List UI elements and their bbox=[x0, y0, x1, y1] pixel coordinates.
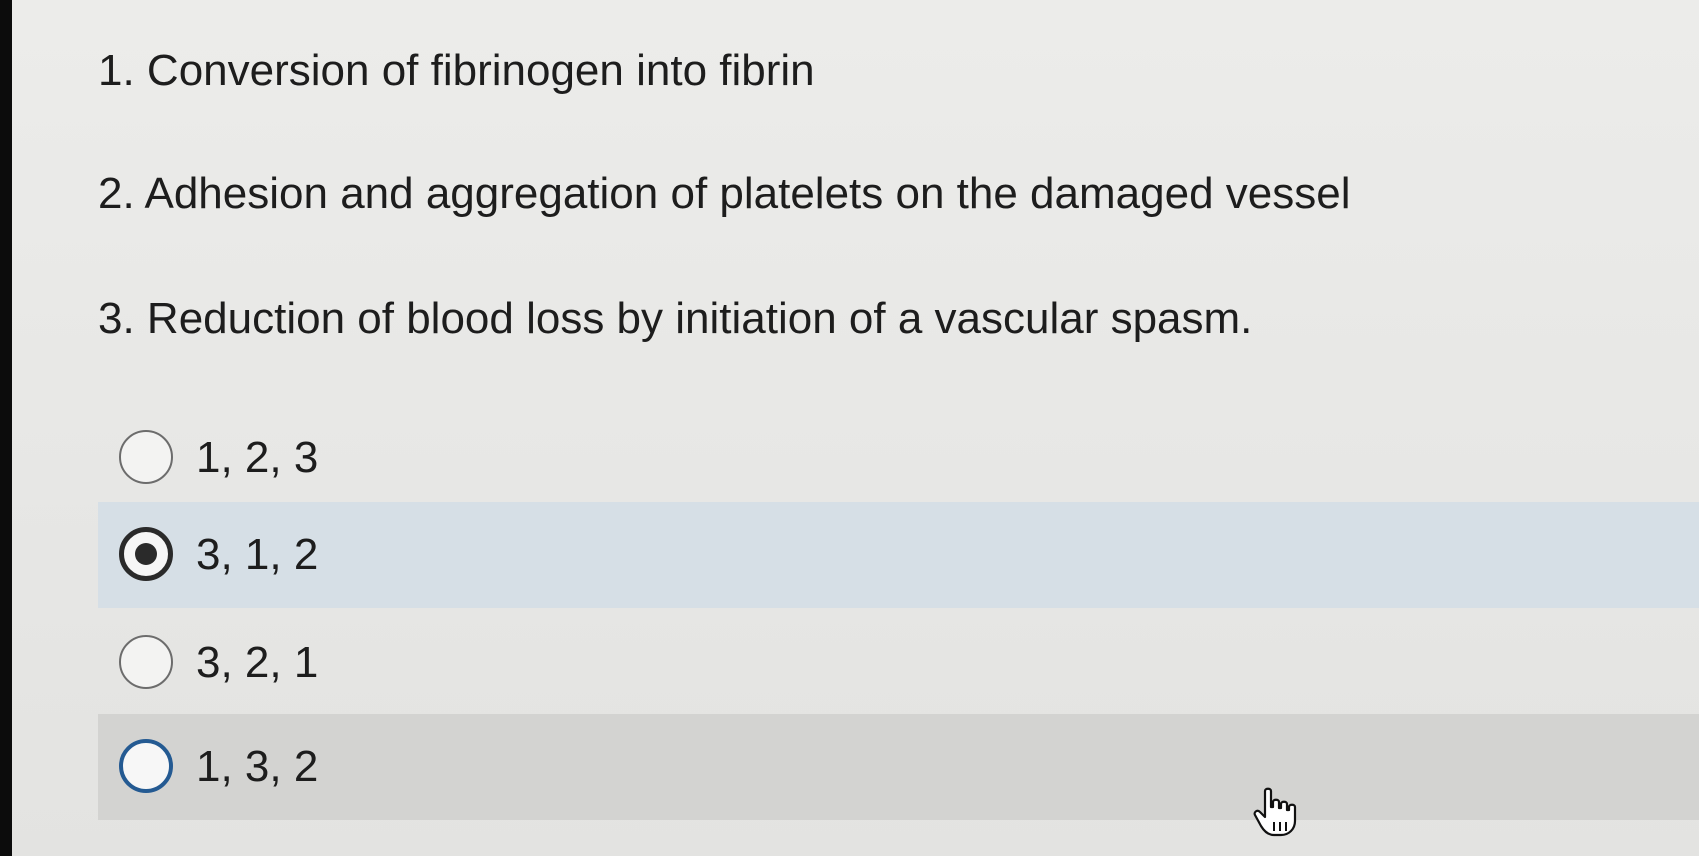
radio-button-2[interactable] bbox=[119, 527, 173, 581]
option-label-2: 3, 1, 2 bbox=[196, 530, 319, 579]
option-row-3[interactable]: 3, 2, 1 bbox=[98, 610, 1699, 716]
option-row-4[interactable]: 1, 3, 2 bbox=[98, 714, 1699, 820]
quiz-screen: 1. Conversion of fibrinogen into fibrin … bbox=[12, 0, 1699, 856]
option-label-3: 3, 2, 1 bbox=[196, 638, 319, 687]
statement-1: 1. Conversion of fibrinogen into fibrin bbox=[98, 46, 815, 95]
option-label-4: 1, 3, 2 bbox=[196, 742, 319, 791]
statement-2: 2. Adhesion and aggregation of platelets… bbox=[98, 169, 1351, 218]
radio-button-4[interactable] bbox=[119, 739, 173, 793]
option-row-1[interactable]: 1, 2, 3 bbox=[98, 405, 1699, 511]
option-row-2[interactable]: 3, 1, 2 bbox=[98, 502, 1699, 608]
hand-pointer-icon bbox=[1253, 787, 1297, 837]
statement-3: 3. Reduction of blood loss by initiation… bbox=[98, 294, 1253, 343]
radio-button-3[interactable] bbox=[119, 635, 173, 689]
radio-button-1[interactable] bbox=[119, 430, 173, 484]
option-label-1: 1, 2, 3 bbox=[196, 433, 319, 482]
